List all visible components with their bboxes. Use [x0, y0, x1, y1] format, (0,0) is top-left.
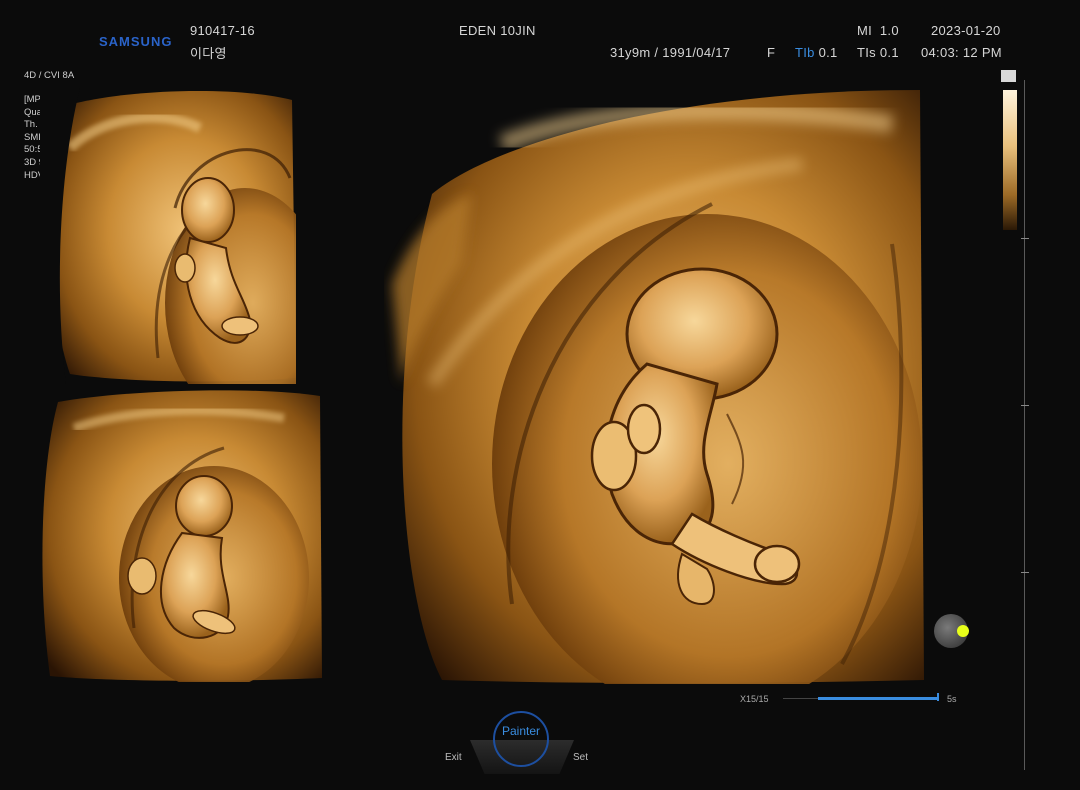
mi-value: 1.0: [879, 23, 899, 38]
hospital-name: EDEN 10JIN: [459, 23, 536, 38]
tib-label: TIb: [795, 45, 815, 60]
tis-readout: TIs 0.1: [857, 45, 899, 60]
brand-logo: SAMSUNG: [99, 34, 173, 49]
3d-render-view[interactable]: [372, 84, 932, 684]
tib-readout: TIb 0.1: [795, 45, 838, 60]
mi-readout: MI 1.0: [857, 23, 899, 38]
depth-tick: [1021, 238, 1029, 239]
mpr-view-bottom[interactable]: [34, 388, 324, 682]
pointer-dot-icon: [957, 625, 969, 637]
tis-label: TIs: [857, 45, 876, 60]
grayscale-marker-icon: [1001, 70, 1016, 82]
cine-end-label: 5s: [947, 694, 957, 704]
patient-info: 31y9m / 1991/04/17: [610, 45, 731, 60]
patient-name: 이다영: [190, 46, 227, 61]
mpr-view-top[interactable]: [40, 88, 296, 384]
cine-frame-label: X15/15: [740, 694, 769, 704]
painter-dial-ring: [493, 711, 549, 767]
exit-button[interactable]: Exit: [445, 752, 462, 763]
painter-button[interactable]: Painter: [495, 724, 547, 738]
probe-mode: 4D / CVI 8A: [24, 70, 75, 81]
tib-value: 0.1: [818, 45, 838, 60]
patient-sex: F: [767, 45, 776, 60]
depth-scale: [1024, 80, 1025, 770]
exam-date: 2023-01-20: [931, 23, 1001, 38]
tis-value: 0.1: [879, 45, 899, 60]
exam-time: 04:03: 12 PM: [921, 45, 1002, 60]
patient-id: 910417-16: [190, 23, 255, 38]
set-button[interactable]: Set: [573, 752, 588, 763]
grayscale-bar-icon: [1003, 90, 1017, 230]
cine-progress: [818, 697, 938, 700]
depth-tick: [1021, 572, 1029, 573]
depth-tick: [1021, 405, 1029, 406]
mi-label: MI: [857, 23, 873, 38]
cine-handle[interactable]: [937, 693, 939, 701]
